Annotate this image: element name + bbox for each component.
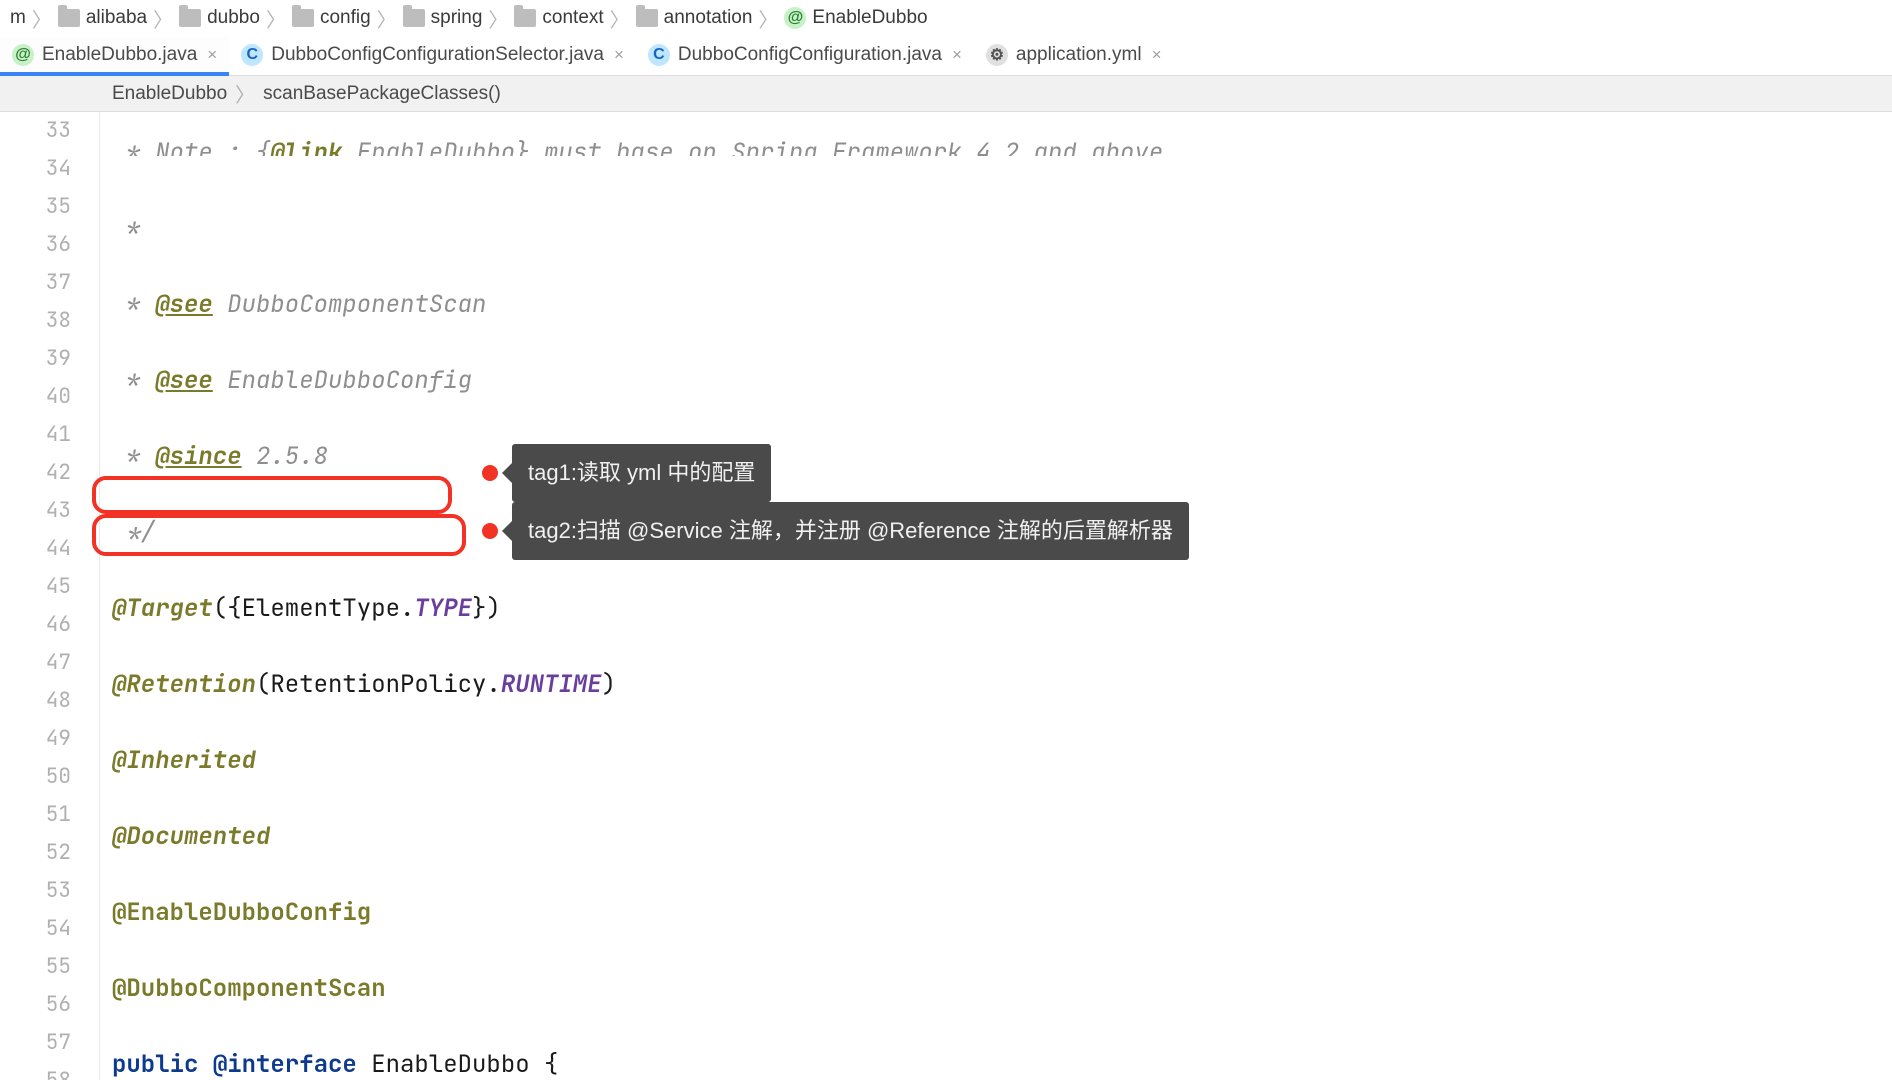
callout-tag2: tag2:扫描 @Service 注解，并注册 @Reference 注解的后置… [482,502,1189,560]
close-icon[interactable]: × [950,45,964,65]
chevron-right-icon: 〉 [486,4,510,33]
crumb-annotation[interactable]: annotation [632,7,757,29]
chevron-right-icon: 〉 [264,4,288,33]
chevron-right-icon: 〉 [227,79,263,108]
chevron-right-icon: 〉 [151,4,175,33]
close-icon[interactable]: × [205,45,219,65]
chevron-right-icon: 〉 [30,4,54,33]
class-icon: C [648,44,670,66]
annotation-icon: @ [12,44,34,66]
tab-enabledubbo[interactable]: @ EnableDubbo.java × [0,37,229,76]
folder-icon [636,9,658,27]
tab-label: DubboConfigConfigurationSelector.java [271,44,604,66]
callout-label: tag1:读取 yml 中的配置 [512,444,771,502]
dot-icon [482,465,498,481]
chevron-right-icon: 〉 [756,4,780,33]
crumb-context[interactable]: context [510,7,607,29]
tab-label: application.yml [1016,44,1142,66]
code-editor[interactable]: 3334353637383940414243444546474849505152… [0,112,1892,1080]
breadcrumb: m 〉 alibaba 〉 dubbo 〉 config 〉 spring 〉 … [0,0,1892,36]
code-area[interactable]: * Note : {@link EnableDubbo} must base o… [100,112,1892,1080]
chevron-right-icon: 〉 [375,4,399,33]
yml-icon: ⚙ [986,44,1008,66]
nav-class[interactable]: EnableDubbo [112,83,227,105]
crumb-config[interactable]: config [288,7,375,29]
member-navbar: EnableDubbo 〉 scanBasePackageClasses() [0,76,1892,112]
folder-icon [292,9,314,27]
tab-selector[interactable]: C DubboConfigConfigurationSelector.java … [229,37,636,76]
crumb-enabledubbo[interactable]: @EnableDubbo [780,7,931,29]
line-gutter: 3334353637383940414243444546474849505152… [0,112,100,1080]
tab-label: DubboConfigConfiguration.java [678,44,942,66]
nav-member[interactable]: scanBasePackageClasses() [263,83,501,105]
close-icon[interactable]: × [1150,45,1164,65]
crumb-alibaba[interactable]: alibaba [54,7,151,29]
callout-tag1: tag1:读取 yml 中的配置 [482,444,771,502]
crumb-root[interactable]: m [6,7,30,29]
class-icon: C [241,44,263,66]
folder-icon [514,9,536,27]
crumb-dubbo[interactable]: dubbo [175,7,264,29]
tab-yml[interactable]: ⚙ application.yml × [974,37,1174,76]
tab-config[interactable]: C DubboConfigConfiguration.java × [636,37,974,76]
highlight-box [92,476,452,514]
crumb-spring[interactable]: spring [399,7,487,29]
folder-icon [179,9,201,27]
chevron-right-icon: 〉 [608,4,632,33]
editor-tabs: @ EnableDubbo.java × C DubboConfigConfig… [0,36,1892,76]
callout-label: tag2:扫描 @Service 注解，并注册 @Reference 注解的后置… [512,502,1189,560]
close-icon[interactable]: × [612,45,626,65]
annotation-icon: @ [784,7,806,29]
folder-icon [403,9,425,27]
tab-label: EnableDubbo.java [42,44,197,66]
folder-icon [58,9,80,27]
dot-icon [482,523,498,539]
